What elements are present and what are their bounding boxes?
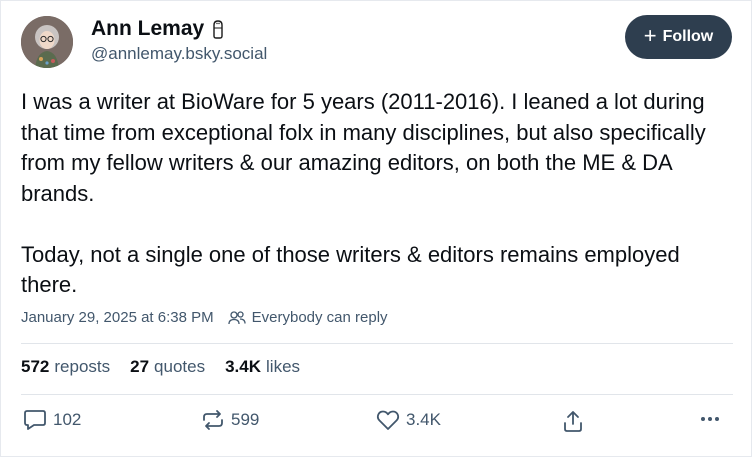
avatar[interactable] xyxy=(21,16,73,68)
follow-button[interactable]: + Follow xyxy=(625,15,732,59)
plus-icon: + xyxy=(643,23,657,48)
share-button[interactable] xyxy=(562,409,584,433)
likes-stat[interactable]: 3.4K likes xyxy=(225,357,300,377)
heart-icon xyxy=(376,410,400,430)
author-display-name[interactable]: Ann Lemay xyxy=(91,17,204,41)
more-icon xyxy=(701,417,719,421)
reply-setting[interactable]: Everybody can reply xyxy=(252,309,388,326)
repost-button[interactable]: 599 xyxy=(201,409,259,431)
reposts-stat[interactable]: 572 reposts xyxy=(21,357,110,377)
repost-icon xyxy=(203,410,223,430)
repost-count: 599 xyxy=(231,410,260,429)
more-options-button[interactable] xyxy=(699,415,721,423)
avatar-illustration xyxy=(21,16,73,68)
author-name-row: Ann Lemay xyxy=(91,17,226,41)
share-icon xyxy=(564,411,582,432)
post-actions: 102 599 3.4K xyxy=(21,409,733,439)
reply-count: 102 xyxy=(53,410,82,429)
divider xyxy=(21,394,733,395)
follow-button-label: Follow xyxy=(662,28,714,45)
post-text: I was a writer at BioWare for 5 years (2… xyxy=(21,89,706,297)
post-meta: January 29, 2025 at 6:38 PM Everybody ca… xyxy=(21,309,388,326)
salt-shaker-icon xyxy=(213,20,223,39)
post-timestamp[interactable]: January 29, 2025 at 6:38 PM xyxy=(21,309,214,326)
like-count: 3.4K xyxy=(406,410,441,429)
quotes-stat[interactable]: 27 quotes xyxy=(130,357,205,377)
post-stats: 572 reposts 27 quotes 3.4K likes xyxy=(21,357,300,377)
people-icon xyxy=(227,310,246,324)
divider xyxy=(21,343,733,344)
reply-button[interactable]: 102 xyxy=(23,409,81,431)
author-handle[interactable]: @annlemay.bsky.social xyxy=(91,44,267,64)
like-button[interactable]: 3.4K xyxy=(376,409,441,431)
post-card: Ann Lemay @annlemay.bsky.social + Follow… xyxy=(0,0,752,457)
reply-icon xyxy=(24,410,46,430)
